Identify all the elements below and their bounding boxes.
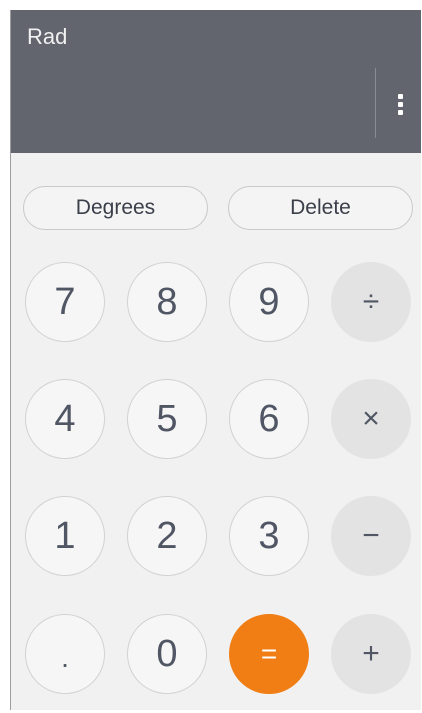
menu-dot — [397, 101, 403, 107]
digit-7-button[interactable]: 7 — [25, 262, 105, 342]
delete-button[interactable]: Delete — [228, 186, 413, 230]
digit-9-button[interactable]: 9 — [229, 262, 309, 342]
display-divider — [375, 68, 376, 138]
angle-mode-label: Rad — [27, 24, 68, 49]
divide-button[interactable]: ÷ — [331, 262, 411, 342]
multiply-button[interactable]: × — [331, 379, 411, 459]
plus-button[interactable]: + — [331, 614, 411, 694]
equals-button[interactable]: = — [229, 614, 309, 694]
calculator-app: Rad Degrees Delete 7 8 9 ÷ 4 5 6 × 1 2 3… — [10, 10, 421, 710]
digit-3-button[interactable]: 3 — [229, 496, 309, 576]
overflow-menu-icon[interactable] — [389, 86, 411, 122]
digit-4-button[interactable]: 4 — [25, 379, 105, 459]
minus-button[interactable]: − — [331, 496, 411, 576]
decimal-point-button[interactable]: . — [25, 614, 105, 694]
digit-6-button[interactable]: 6 — [229, 379, 309, 459]
digit-1-button[interactable]: 1 — [25, 496, 105, 576]
menu-dot — [397, 109, 403, 115]
display-panel: Rad — [11, 10, 421, 153]
degrees-button[interactable]: Degrees — [23, 186, 208, 230]
digit-5-button[interactable]: 5 — [127, 379, 207, 459]
menu-dot — [397, 93, 403, 99]
digit-8-button[interactable]: 8 — [127, 262, 207, 342]
digit-0-button[interactable]: 0 — [127, 614, 207, 694]
digit-2-button[interactable]: 2 — [127, 496, 207, 576]
